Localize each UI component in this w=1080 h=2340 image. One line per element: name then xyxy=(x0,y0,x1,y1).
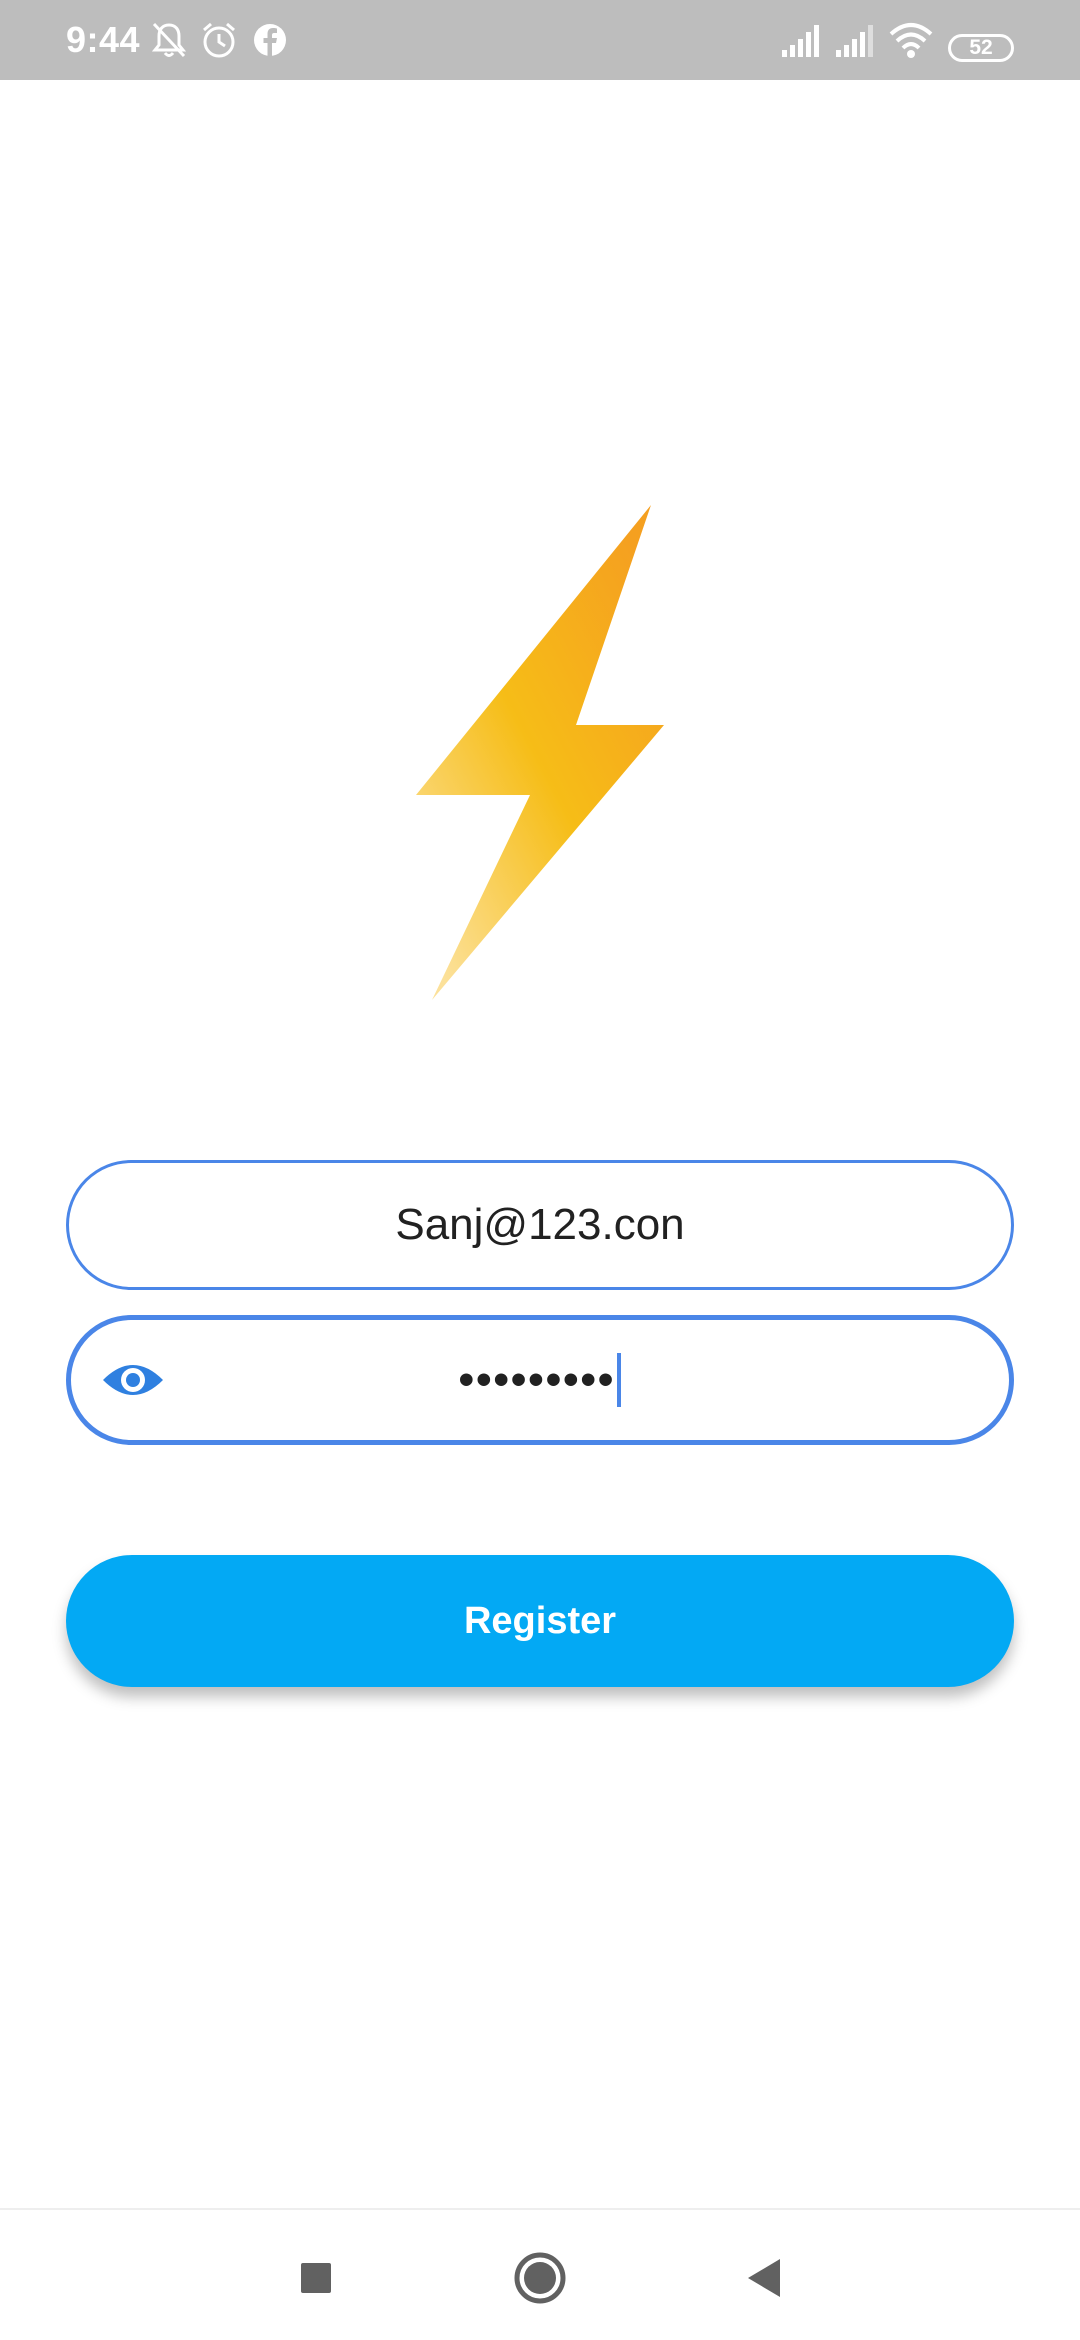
navigation-bar xyxy=(0,2208,1080,2340)
text-caret xyxy=(617,1353,622,1407)
status-bar: 9:44 52 xyxy=(0,0,1080,80)
password-value-container: ••••••••• xyxy=(71,1320,1009,1440)
signal-icon xyxy=(834,20,876,60)
email-field[interactable]: Sanj@123.con xyxy=(66,1160,1014,1290)
status-time: 9:44 xyxy=(66,19,141,60)
home-circle-icon[interactable] xyxy=(508,2246,572,2310)
battery-icon: 52 xyxy=(948,34,1014,62)
lightning-bolt-icon xyxy=(410,505,670,1000)
muted-bell-icon xyxy=(150,20,188,60)
register-button[interactable]: Register xyxy=(66,1555,1014,1687)
wifi-icon xyxy=(888,20,934,60)
password-value: ••••••••• xyxy=(458,1355,616,1404)
register-screen: 9:44 52 Sanj@123.con ••••••••• Register xyxy=(0,0,1080,2340)
back-triangle-icon[interactable] xyxy=(732,2246,796,2310)
signal-icon xyxy=(780,20,822,60)
alarm-icon xyxy=(200,20,238,60)
password-field[interactable]: ••••••••• xyxy=(66,1315,1014,1445)
email-value: Sanj@123.con xyxy=(395,1200,685,1249)
facebook-icon xyxy=(252,20,288,60)
recents-square-icon[interactable] xyxy=(284,2246,348,2310)
